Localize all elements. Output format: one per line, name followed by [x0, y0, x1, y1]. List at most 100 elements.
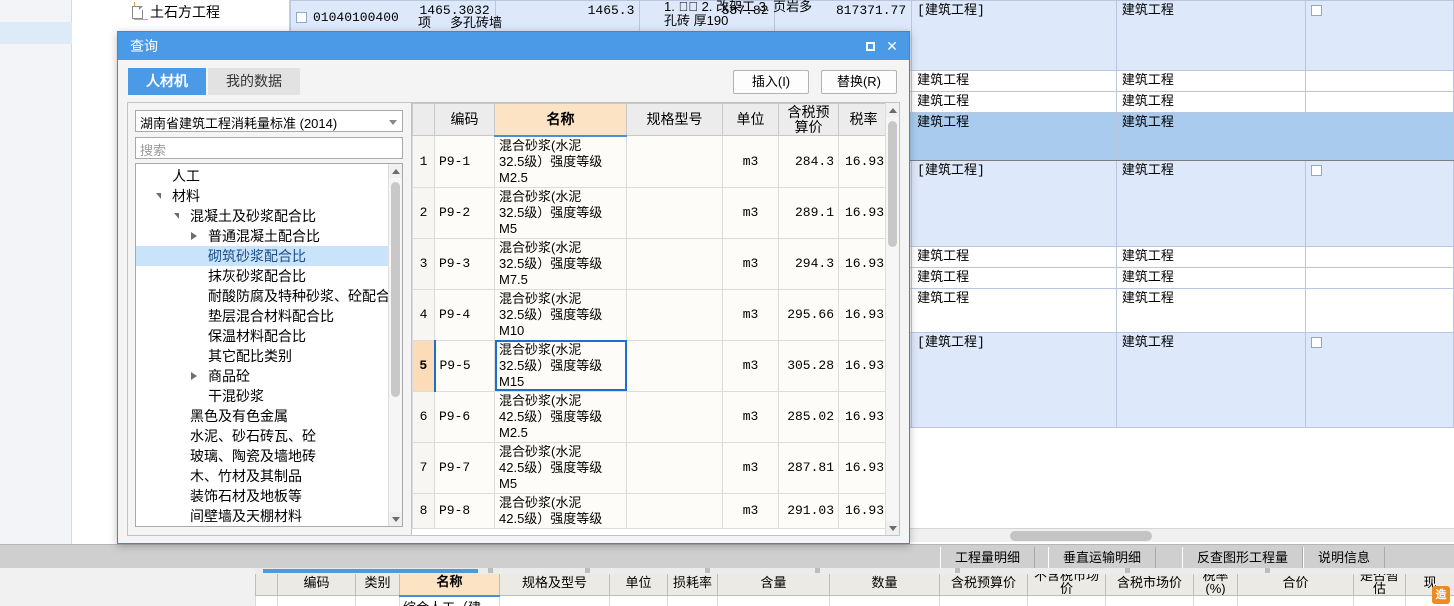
background-grid-cell[interactable]: 建筑工程	[1115, 246, 1306, 268]
background-grid-cell[interactable]	[1304, 91, 1454, 113]
background-grid-cell[interactable]: 建筑工程	[1115, 267, 1306, 289]
tree-node[interactable]: 商品砼	[136, 366, 388, 386]
background-grid-cell[interactable]: 建筑工程	[1115, 91, 1306, 113]
bottom-cell[interactable]: 85	[1027, 595, 1106, 606]
material-tax[interactable]: 16.93	[838, 339, 885, 392]
background-grid-cell[interactable]: 建筑工程	[1115, 332, 1306, 428]
material-spec[interactable]	[626, 492, 723, 529]
material-spec[interactable]	[626, 390, 723, 443]
tree-node[interactable]: 砌筑砂浆配合比	[136, 246, 388, 266]
material-tax[interactable]: 16.93	[838, 186, 885, 239]
material-row[interactable]: 1 P9-1 混合砂浆(水泥 32.5级）强度等级 M2.5 m3 284.3 16.93	[412, 135, 885, 188]
material-row[interactable]: 8 P9-8 混合砂浆(水泥 42.5级）强度等级 m3 291.03 16.93	[412, 492, 885, 529]
material-unit[interactable]: m3	[722, 390, 779, 443]
material-price[interactable]: 285.02	[778, 390, 839, 443]
material-code[interactable]: P9-3	[434, 237, 495, 290]
hscroll-thumb[interactable]	[1010, 531, 1152, 541]
idx[interactable]: 2	[412, 186, 435, 239]
material-tax[interactable]: 16.93	[838, 135, 885, 188]
dialog-title-bar[interactable]: 查询 ✕	[118, 32, 909, 60]
idx[interactable]: 6	[412, 390, 435, 443]
material-unit[interactable]: m3	[722, 237, 779, 290]
background-grid-cell[interactable]: 建筑工程	[1115, 288, 1306, 333]
material-row[interactable]: 7 P9-7 混合砂浆(水泥 42.5级）强度等级 M5 m3 287.81 16.93	[412, 441, 885, 494]
tree-node[interactable]: 材料	[136, 186, 388, 206]
material-code[interactable]: P9-6	[434, 390, 495, 443]
bottom-cell[interactable]: 140442.818	[1237, 595, 1354, 606]
material-price[interactable]: 287.81	[778, 441, 839, 494]
material-name[interactable]: 混合砂浆(水泥 32.5级）强度等级 M15	[494, 339, 627, 392]
material-name[interactable]: 混合砂浆(水泥 42.5级）强度等级	[494, 492, 627, 529]
scroll-up-icon[interactable]	[389, 164, 402, 178]
material-spec[interactable]	[626, 135, 723, 188]
background-bottom-splitter[interactable]	[255, 568, 1454, 574]
tab-reverse-query[interactable]: 反查图形工程量	[1182, 547, 1304, 569]
material-price[interactable]: 305.28	[778, 339, 839, 392]
tab-vertical-transport[interactable]: 垂直运输明细	[1048, 547, 1157, 569]
background-grid-cell[interactable]: 建筑工程	[911, 70, 1117, 92]
background-grid-cell[interactable]: 建筑工程	[1115, 112, 1306, 161]
background-grid-cell[interactable]: 建筑工程	[1115, 70, 1306, 92]
tree-node[interactable]: 装饰石材及地板等	[136, 486, 388, 506]
background-grid-cell[interactable]: 建筑工程	[911, 112, 1117, 161]
material-price[interactable]: 291.03	[778, 492, 839, 529]
background-grid-cell[interactable]	[1304, 70, 1454, 92]
material-table-scrollbar[interactable]	[885, 103, 899, 535]
material-unit[interactable]: m3	[722, 186, 779, 239]
tab-my-data[interactable]: 我的数据	[208, 68, 300, 95]
material-tax[interactable]: 16.93	[838, 237, 885, 290]
tree-node[interactable]: 保温材料配合比	[136, 326, 388, 346]
material-col-header[interactable]: 编码	[434, 103, 495, 136]
bottom-cell[interactable]	[667, 595, 718, 606]
material-spec[interactable]	[626, 288, 723, 341]
background-grid-cell[interactable]: 建筑工程	[1115, 0, 1306, 71]
material-name[interactable]: 混合砂浆(水泥 42.5级）强度等级 M2.5	[494, 390, 627, 443]
material-row[interactable]: 5 P9-5 混合砂浆(水泥 32.5级）强度等级 M15 m3 305.28 16.93	[412, 339, 885, 392]
material-name[interactable]: 混合砂浆(水泥 42.5级）强度等级 M5	[494, 441, 627, 494]
material-code[interactable]: P9-4	[434, 288, 495, 341]
background-grid-cell[interactable]: 建筑工程	[911, 288, 1117, 333]
chevron-right-icon[interactable]	[188, 366, 200, 386]
material-code[interactable]: P9-5	[433, 339, 495, 392]
bottom-cell[interactable]: 人	[355, 595, 400, 606]
tab-rencaiji[interactable]: 人材机	[128, 68, 206, 95]
bottom-cell[interactable]: 工日	[609, 595, 668, 606]
material-tax[interactable]: 16.93	[838, 492, 885, 529]
material-scroll-down-icon[interactable]	[886, 521, 899, 535]
search-input[interactable]: 搜索	[135, 137, 403, 159]
background-grid-cell[interactable]	[1304, 0, 1454, 71]
scroll-thumb[interactable]	[391, 182, 400, 397]
material-price[interactable]: 295.66	[778, 288, 839, 341]
background-tree-item[interactable]: 土石方工程	[132, 2, 220, 22]
material-unit[interactable]: m3	[722, 339, 779, 392]
chevron-down-icon[interactable]	[152, 186, 164, 206]
background-grid-cell[interactable]	[1304, 267, 1454, 289]
material-tax[interactable]: 16.93	[838, 288, 885, 341]
material-col-header[interactable]: 税率	[838, 103, 885, 136]
material-col-header[interactable]: 单位	[722, 103, 779, 136]
material-price[interactable]: 284.3	[778, 135, 839, 188]
material-spec[interactable]	[626, 186, 723, 239]
material-col-header[interactable]: 名称	[494, 103, 627, 137]
material-spec[interactable]	[626, 339, 723, 392]
bottom-cell[interactable]: 1	[255, 595, 278, 606]
tree-node[interactable]: 玻璃、陶瓷及墙地砖	[136, 446, 388, 466]
category-tree-scrollbar[interactable]	[388, 164, 402, 526]
material-row[interactable]: 3 P9-3 混合砂浆(水泥 32.5级）强度等级 M7.5 m3 294.3 16.93	[412, 237, 885, 290]
bottom-cell[interactable]: 0	[1193, 595, 1238, 606]
material-spec[interactable]	[626, 441, 723, 494]
background-grid-cell[interactable]	[1304, 112, 1454, 161]
idx[interactable]: 8	[412, 492, 435, 529]
material-unit[interactable]: m3	[722, 288, 779, 341]
idx[interactable]: 5	[412, 339, 435, 392]
idx[interactable]: 4	[412, 288, 435, 341]
chevron-down-icon[interactable]	[170, 206, 182, 226]
tree-node[interactable]: 垫层混合材料配合比	[136, 306, 388, 326]
material-name[interactable]: 混合砂浆(水泥 32.5级）强度等级 M5	[494, 186, 627, 239]
tree-node[interactable]: 黑色及有色金属	[136, 406, 388, 426]
tree-node[interactable]: 水泥、砂石砖瓦、砼	[136, 426, 388, 446]
tree-node[interactable]: 木、竹材及其制品	[136, 466, 388, 486]
bottom-cell[interactable]	[939, 595, 1028, 606]
material-price[interactable]: 294.3	[778, 237, 839, 290]
tree-node[interactable]: 装饰线条及装饰其它	[136, 526, 388, 527]
